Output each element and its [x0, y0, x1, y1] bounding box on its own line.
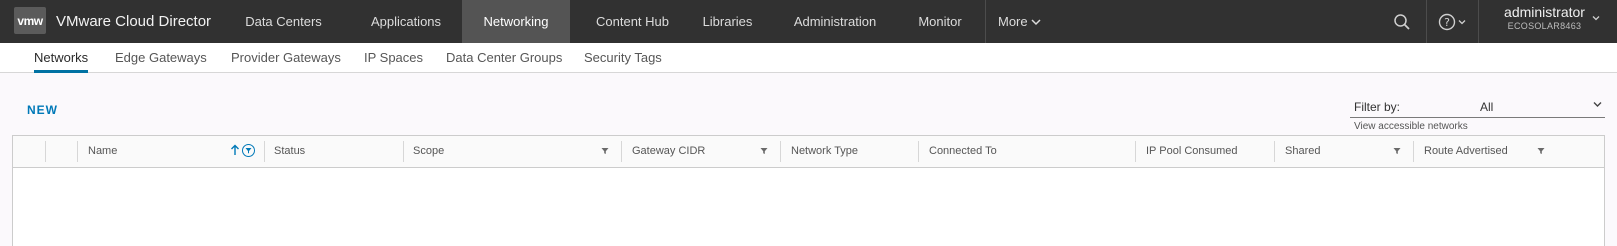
filter-active-icon[interactable] [242, 144, 255, 157]
filter-hint: View accessible networks [1354, 121, 1468, 132]
filter-icon[interactable] [601, 147, 609, 157]
column-header-name[interactable]: Name [88, 136, 117, 167]
filter-icon[interactable] [760, 147, 768, 157]
new-network-button[interactable]: NEW [27, 103, 58, 117]
column-separator [621, 141, 622, 162]
column-header-route-advertised[interactable]: Route Advertised [1424, 136, 1508, 167]
nav-divider [985, 0, 986, 43]
column-header-connected-to[interactable]: Connected To [929, 136, 997, 167]
sort-ascending-icon[interactable] [230, 144, 240, 159]
column-separator [1413, 141, 1414, 162]
column-header-gateway-cidr[interactable]: Gateway CIDR [632, 136, 705, 167]
column-separator [780, 141, 781, 162]
vmware-logo[interactable]: vmw [14, 7, 46, 34]
tab-edge-gateways[interactable]: Edge Gateways [115, 43, 207, 73]
search-icon [1394, 13, 1410, 30]
chevron-down-icon[interactable] [1592, 13, 1600, 24]
nav-networking[interactable]: Networking [462, 0, 570, 43]
header-divider [1478, 0, 1479, 43]
filter-select[interactable]: Filter by: All [1350, 98, 1605, 118]
nav-libraries[interactable]: Libraries [690, 0, 765, 43]
chevron-down-icon [1031, 18, 1041, 25]
column-header-ip-pool-consumed[interactable]: IP Pool Consumed [1146, 136, 1238, 167]
user-menu[interactable]: administrator ECOSOLAR8463 [1497, 4, 1592, 32]
nav-data-centers[interactable]: Data Centers [230, 0, 337, 43]
top-navigation-bar: vmw VMware Cloud Director Data Centers A… [0, 0, 1617, 43]
app-title[interactable]: VMware Cloud Director [56, 0, 211, 43]
column-header-network-type[interactable]: Network Type [791, 136, 858, 167]
more-label: More [998, 14, 1028, 29]
user-name: administrator [1504, 4, 1585, 20]
tab-ip-spaces[interactable]: IP Spaces [364, 43, 423, 73]
help-menu-button[interactable]: ? [1435, 0, 1469, 43]
column-separator [1274, 141, 1275, 162]
column-separator [45, 141, 46, 162]
tab-provider-gateways[interactable]: Provider Gateways [231, 43, 341, 73]
column-separator [1135, 141, 1136, 162]
user-org: ECOSOLAR8463 [1507, 21, 1582, 31]
nav-applications[interactable]: Applications [350, 0, 462, 43]
networks-datagrid: Name Status Scope Gateway CIDR Network T… [12, 135, 1605, 246]
chevron-down-icon [1593, 99, 1602, 111]
column-header-status[interactable]: Status [274, 136, 305, 167]
column-header-scope[interactable]: Scope [413, 136, 444, 167]
column-separator [77, 141, 78, 162]
svg-text:?: ? [1444, 16, 1450, 29]
datagrid-header: Name Status Scope Gateway CIDR Network T… [13, 136, 1604, 168]
filter-value: All [1480, 100, 1494, 114]
help-icon: ? [1438, 13, 1456, 30]
nav-content-hub[interactable]: Content Hub [580, 0, 685, 43]
column-header-shared[interactable]: Shared [1285, 136, 1320, 167]
tab-security-tags[interactable]: Security Tags [584, 43, 662, 73]
tab-data-center-groups[interactable]: Data Center Groups [446, 43, 562, 73]
chevron-down-icon [1458, 19, 1466, 24]
header-divider [1426, 0, 1427, 43]
search-button[interactable] [1387, 0, 1417, 43]
filter-label: Filter by: [1354, 100, 1401, 114]
column-separator [918, 141, 919, 162]
networking-subtabs: Networks Edge Gateways Provider Gateways… [0, 43, 1617, 73]
nav-administration[interactable]: Administration [780, 0, 890, 43]
filter-icon[interactable] [1393, 147, 1401, 157]
filter-icon[interactable] [1537, 147, 1545, 157]
column-separator [264, 141, 265, 162]
tab-networks[interactable]: Networks [34, 43, 89, 73]
nav-monitor[interactable]: Monitor [905, 0, 975, 43]
more-menu[interactable]: More [998, 0, 1041, 43]
column-separator [403, 141, 404, 162]
